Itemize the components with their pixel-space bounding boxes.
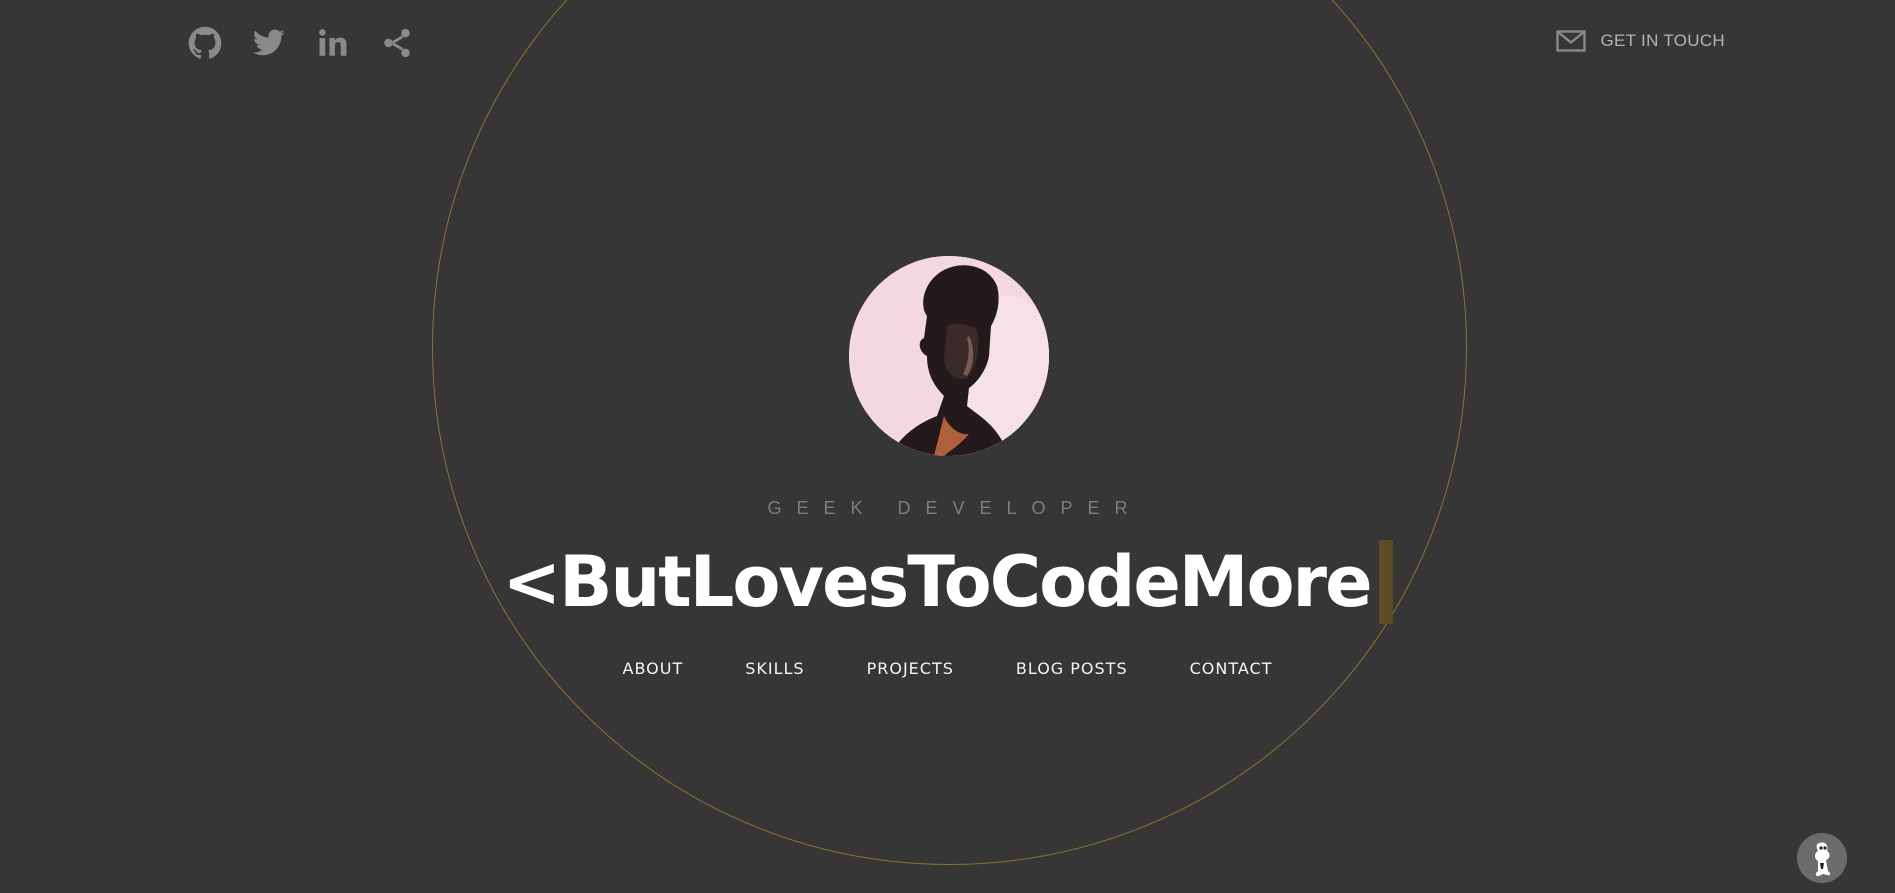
- nav-about[interactable]: ABOUT: [623, 659, 684, 678]
- linkedin-link[interactable]: [316, 26, 350, 60]
- profile-photo: [849, 256, 1049, 456]
- nav-blog-posts[interactable]: BLOG POSTS: [1016, 659, 1128, 678]
- share-link[interactable]: [380, 26, 414, 60]
- headline: <ButLovesToCodeMore: [502, 541, 1372, 623]
- typing-cursor: [1378, 540, 1393, 624]
- github-icon: [188, 26, 222, 59]
- get-in-touch-label: GET IN TOUCH: [1600, 31, 1725, 50]
- share-icon: [384, 28, 410, 58]
- mail-icon: [1556, 30, 1587, 52]
- twitter-icon: [252, 29, 285, 56]
- github-link[interactable]: [188, 26, 222, 60]
- linkedin-icon: [319, 29, 347, 56]
- get-in-touch-link[interactable]: GET IN TOUCH: [1556, 30, 1725, 52]
- headline-container: <ButLovesToCodeMore: [0, 540, 1895, 624]
- twitter-link[interactable]: [252, 26, 286, 60]
- social-links: [188, 26, 414, 60]
- nav-contact[interactable]: CONTACT: [1190, 659, 1273, 678]
- nav-projects[interactable]: PROJECTS: [867, 659, 954, 678]
- mascot-icon: [1797, 833, 1847, 883]
- nav-skills[interactable]: SKILLS: [745, 659, 804, 678]
- avatar: [849, 256, 1049, 456]
- chat-avatar-button[interactable]: [1797, 833, 1847, 883]
- main-nav: ABOUT SKILLS PROJECTS BLOG POSTS CONTACT: [0, 659, 1895, 678]
- page: GET IN TOUCH GEEK DEVELOPER <ButLovesToC…: [0, 0, 1895, 893]
- subtitle: GEEK DEVELOPER: [767, 498, 1143, 518]
